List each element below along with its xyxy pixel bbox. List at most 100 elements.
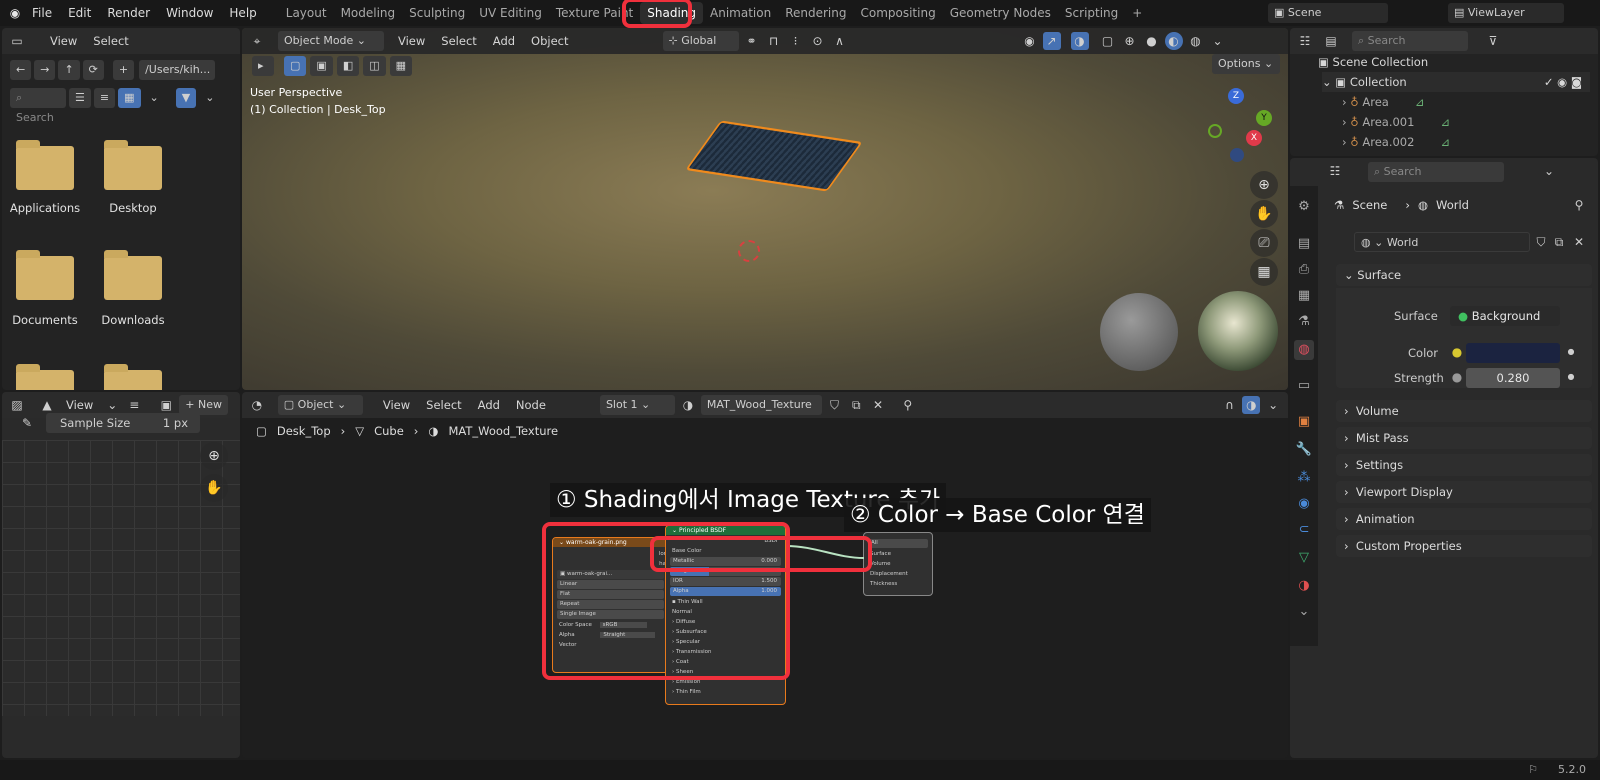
vp-menu-object[interactable]: Object [525, 34, 574, 48]
folder-downloads-label[interactable]: Downloads [88, 313, 178, 327]
select-box-invert-icon[interactable]: ◫ [363, 56, 386, 76]
props-search-input[interactable]: ⌕ Search [1368, 162, 1504, 182]
ne-menu-view[interactable]: View [377, 398, 416, 412]
unlink-x-icon[interactable]: ✕ [869, 396, 887, 414]
visibility-eye-icon[interactable]: ✓ ◉ ◙ [1544, 72, 1582, 92]
color-keyframe-icon[interactable]: ● [1562, 343, 1580, 361]
particles-tab-icon[interactable]: ⁂ [1294, 468, 1314, 488]
object-tab-icon[interactable]: ▣ [1294, 412, 1314, 432]
select-box-intersect-icon[interactable]: ▦ [389, 56, 413, 76]
eyedropper-icon[interactable]: ✎ [18, 414, 36, 432]
panel-diffuse[interactable]: › Diffuse [666, 617, 785, 627]
tab-animation[interactable]: Animation [703, 2, 778, 24]
extension-dropdown[interactable]: Repeat [557, 600, 664, 609]
panel-transmission[interactable]: › Transmission [666, 647, 785, 657]
folder-downloads-icon[interactable] [104, 250, 162, 300]
select-box-extend-icon[interactable]: ▣ [310, 56, 333, 76]
object-mode-dropdown[interactable]: Object Mode ⌄ [278, 31, 384, 51]
sample-size-field[interactable]: Sample Size 1 px [46, 413, 200, 433]
thickness-input-socket[interactable]: Thickness [864, 579, 932, 589]
transform-orientation-dropdown[interactable]: ⊹ Global [662, 31, 739, 51]
tab-texture-paint[interactable]: Texture Paint [549, 2, 640, 24]
normal-socket[interactable]: Normal [666, 607, 785, 617]
tab-scripting[interactable]: Scripting [1058, 2, 1125, 24]
panel-sheen[interactable]: › Sheen [666, 667, 785, 677]
list-vertical-icon[interactable]: ☰ [69, 88, 91, 108]
blender-logo-icon[interactable]: ◉ [6, 4, 24, 22]
gizmo-y-axis[interactable]: Y [1256, 110, 1272, 126]
roughness-field[interactable]: Roughness 0.350 [670, 567, 781, 576]
principled-bsdf-node[interactable]: ⌄ Principled BSDF BSDF Base Color Metall… [665, 525, 786, 705]
tab-shading[interactable]: Shading [640, 2, 703, 24]
shading-wireframe-icon[interactable]: ⊕ [1121, 32, 1139, 50]
panel-animation[interactable]: › Animation [1336, 508, 1592, 530]
panel-viewport-display[interactable]: › Viewport Display [1336, 481, 1592, 503]
panel-custom-properties[interactable]: › Custom Properties [1336, 535, 1592, 557]
ne-overlay-chevron-icon[interactable]: ⌄ [1264, 396, 1282, 414]
menu-help[interactable]: Help [221, 0, 264, 26]
menu-edit[interactable]: Edit [60, 0, 99, 26]
projection-dropdown[interactable]: Flat [557, 590, 664, 599]
outliner-item-area-001[interactable]: › ♁ Area.001 ⊿ [1342, 112, 1590, 132]
ior-field[interactable]: IOR 1.500 [670, 577, 781, 586]
panel-mist-pass[interactable]: › Mist Pass [1336, 427, 1592, 449]
ne-overlay-icon[interactable]: ◑ [1242, 396, 1261, 414]
vp-menu-view[interactable]: View [392, 34, 431, 48]
gizmo-neg-y[interactable] [1208, 124, 1222, 138]
filter-chevron-icon[interactable]: ⌄ [199, 88, 220, 108]
viewport-options-button[interactable]: Options ⌄ [1212, 54, 1280, 74]
viewport-3d[interactable]: ⌖ Object Mode ⌄ View Select Add Object ⊹… [242, 28, 1288, 390]
parent-dir-icon[interactable]: ↑ [58, 60, 80, 80]
new-folder-icon[interactable]: + [112, 60, 135, 80]
falloff-icon[interactable]: ∧ [831, 32, 849, 50]
tab-modeling[interactable]: Modeling [334, 2, 403, 24]
outliner-collection[interactable]: ⌄ ▣ Collection ✓ ◉ ◙ [1322, 72, 1590, 92]
snap-target-icon[interactable]: ⁝ [787, 32, 805, 50]
snap-magnet-icon[interactable]: ∩ [1221, 396, 1239, 414]
image-file-field[interactable]: ▣ warm-oak-grai... [557, 570, 664, 579]
panel-volume[interactable]: › Volume [1336, 400, 1592, 422]
panel-subsurface[interactable]: › Subsurface [666, 627, 785, 637]
shading-rendered-icon[interactable]: ◍ [1187, 32, 1205, 50]
zoom-icon[interactable]: ⊕ [1250, 171, 1278, 199]
panel-emission[interactable]: › Emission [666, 677, 785, 687]
material-tab-icon[interactable]: ◑ [1294, 576, 1314, 596]
data-tab-icon[interactable]: ▽ [1294, 548, 1314, 568]
render-tab-icon[interactable]: ▤ [1294, 234, 1314, 254]
display-mode-icon[interactable]: ▤ [1322, 32, 1340, 50]
metallic-field[interactable]: Metallic 0.000 [670, 557, 781, 566]
folder-partial-icon[interactable] [16, 364, 74, 390]
ie-zoom-icon[interactable]: ⊕ [200, 442, 228, 470]
panel-specular[interactable]: › Specular [666, 637, 785, 647]
surface-panel-header[interactable]: ⌄ Surface [1336, 264, 1592, 286]
image-mode-icon[interactable]: ▲ [38, 396, 56, 414]
path-field[interactable]: /Users/kih... [139, 60, 216, 80]
scene-tab-icon[interactable]: ⚗ [1294, 312, 1314, 332]
perspective-grid-icon[interactable]: ▦ [1250, 258, 1278, 286]
panel-settings[interactable]: › Settings [1336, 454, 1592, 476]
color-socket-icon[interactable]: ● [1448, 343, 1466, 361]
tab-geometry-nodes[interactable]: Geometry Nodes [943, 2, 1058, 24]
thumbnail-icon[interactable]: ▦ [118, 88, 141, 108]
interpolation-dropdown[interactable]: Linear [557, 580, 664, 589]
visibility-icon[interactable]: ◉ [1021, 32, 1039, 50]
panel-coat[interactable]: › Coat [666, 657, 785, 667]
fb-menu-view[interactable]: View [44, 34, 83, 48]
gizmo-x-axis[interactable]: X [1246, 130, 1262, 146]
editor-type-icon[interactable]: ☷ [1296, 32, 1314, 50]
world-color-swatch[interactable] [1466, 343, 1560, 363]
back-icon[interactable]: ← [10, 60, 32, 80]
world-selector[interactable]: ◍ ⌄ World [1354, 232, 1530, 252]
volume-input-socket[interactable]: Volume [864, 559, 932, 569]
folder-applications-icon[interactable] [16, 140, 74, 190]
ne-menu-node[interactable]: Node [510, 398, 552, 412]
strength-field[interactable]: 0.280 [1466, 368, 1560, 388]
viewlayer-selector[interactable]: ▤ ViewLayer [1448, 3, 1564, 23]
ie-menu-view[interactable]: View [60, 398, 99, 412]
menu-window[interactable]: Window [158, 0, 221, 26]
fake-user-shield-icon[interactable]: ⛉ [826, 396, 844, 414]
editor-type-icon[interactable]: ◔ [248, 396, 266, 414]
base-color-socket[interactable]: Base Color [666, 546, 785, 556]
filter-icon[interactable]: ▼ [175, 88, 197, 108]
editor-type-icon[interactable]: ▭ [8, 32, 26, 50]
